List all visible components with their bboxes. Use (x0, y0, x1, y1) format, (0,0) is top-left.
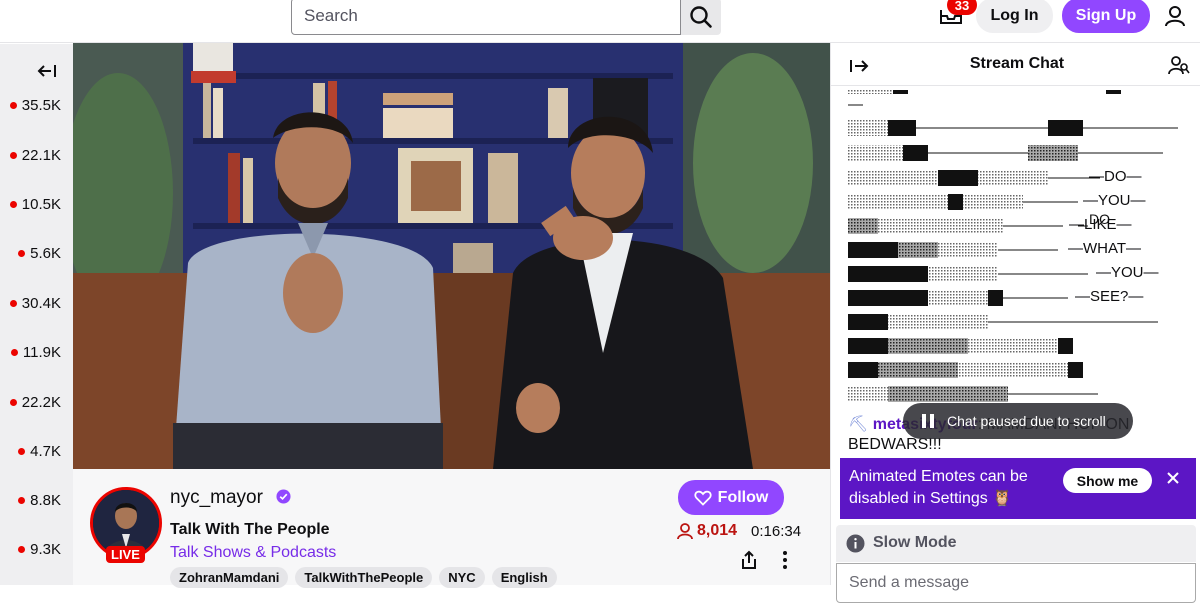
signup-button[interactable]: Sign Up (1062, 0, 1150, 33)
ascii-art-chat-message: DO DO (848, 90, 1178, 402)
sidebar-channel-item[interactable]: 5.6K (18, 245, 61, 262)
stream-title: Talk With The People (170, 521, 330, 538)
live-dot (18, 546, 26, 553)
live-dot (9, 300, 17, 307)
close-icon[interactable] (1166, 471, 1180, 485)
sidebar-viewer-count: 10.5K (21, 196, 61, 213)
live-dot (9, 152, 17, 159)
sidebar-channel-item[interactable]: 9.3K (18, 541, 61, 558)
sidebar-viewer-count: 22.1K (21, 147, 61, 164)
collapse-sidebar-icon[interactable] (36, 62, 58, 80)
viewer-count: 8,014 (676, 522, 737, 540)
chat-paused-indicator[interactable]: Chat paused due to scroll (903, 403, 1133, 439)
follow-button[interactable]: Follow (678, 480, 784, 515)
sidebar-viewer-count: 35.5K (21, 97, 61, 114)
pause-icon (922, 414, 934, 428)
verified-icon (276, 489, 291, 504)
ascii-art-word: DO (1089, 211, 1110, 227)
sidebar-viewer-count: 9.3K (30, 541, 61, 558)
sidebar-viewer-count: 4.7K (30, 443, 61, 460)
chat-message-input[interactable]: Send a message (836, 563, 1196, 603)
user-menu-icon[interactable] (1163, 4, 1187, 28)
live-dot (9, 102, 17, 109)
stream-category-link[interactable]: Talk Shows & Podcasts (170, 544, 336, 562)
sidebar-channel-item[interactable]: 35.5K (9, 97, 61, 114)
sidebar-channel-item[interactable]: 22.2K (9, 394, 61, 411)
animated-emotes-banner: Animated Emotes can be disabled in Setti… (840, 458, 1196, 519)
more-options-icon[interactable] (775, 550, 795, 570)
sidebar-viewer-count: 30.4K (21, 295, 61, 312)
viewer-icon (677, 523, 693, 540)
sidebar-channel-item[interactable]: 22.1K (9, 147, 61, 164)
stream-info-panel: LIVE nyc_mayor Talk With The People Talk… (73, 469, 830, 588)
search-input[interactable]: Search (291, 0, 681, 35)
slow-mode-label: Slow Mode (873, 534, 957, 551)
sidebar-viewer-count: 5.6K (30, 245, 61, 262)
notification-badge: 33 (947, 0, 977, 15)
slow-mode-notice: Slow Mode (836, 525, 1196, 562)
sidebar-viewer-count: 11.9K (22, 344, 61, 361)
search-icon (690, 5, 712, 28)
login-button[interactable]: Log In (976, 0, 1053, 33)
live-dot (9, 201, 17, 208)
search-button[interactable] (681, 0, 721, 35)
live-dot (18, 448, 26, 455)
chat-header: Stream Chat (831, 43, 1200, 86)
chat-title: Stream Chat (969, 55, 1065, 72)
sidebar-channel-item[interactable]: 30.4K (9, 295, 61, 312)
sidebar-viewer-count: 22.2K (21, 394, 61, 411)
show-me-button[interactable]: Show me (1063, 468, 1152, 493)
emote-icon: 🦉 (992, 490, 1013, 507)
live-badge: LIVE (106, 546, 145, 563)
heart-icon (694, 490, 712, 506)
community-users-icon[interactable] (1168, 54, 1190, 76)
sidebar-channel-item[interactable]: 11.9K (10, 344, 61, 361)
sidebar-channel-item[interactable]: 10.5K (9, 196, 61, 213)
viewer-count-value: 8,014 (697, 522, 738, 539)
video-player[interactable] (73, 43, 830, 469)
sidebar-channel-item[interactable]: 4.7K (18, 443, 61, 460)
live-dot (18, 497, 26, 504)
live-dot (9, 399, 17, 406)
video-frame (73, 43, 830, 469)
live-dot (10, 349, 18, 356)
banner-text: Animated Emotes can be disabled in Setti… (849, 468, 1028, 507)
top-nav-bar: Search 33 Log In Sign Up (0, 0, 1200, 43)
follow-label: Follow (717, 488, 769, 506)
badge-icon: ⛏ (848, 416, 869, 433)
channel-name[interactable]: nyc_mayor (170, 487, 263, 509)
live-dot (18, 250, 26, 257)
info-icon (846, 534, 865, 553)
share-icon[interactable] (739, 550, 759, 570)
chat-paused-text: Chat paused due to scroll (947, 413, 1106, 429)
followed-channels-sidebar: 35.5K 22.1K 10.5K 5.6K 30.4K 11.9K 22.2K… (0, 44, 73, 585)
stream-chat-panel: Stream Chat DO DO —DO— —YOU— —LIKE— —WHA… (830, 43, 1200, 603)
stream-uptime: 0:16:34 (751, 523, 802, 540)
sidebar-channel-item[interactable]: 8.8K (18, 492, 61, 509)
sidebar-viewer-count: 8.8K (30, 492, 61, 509)
